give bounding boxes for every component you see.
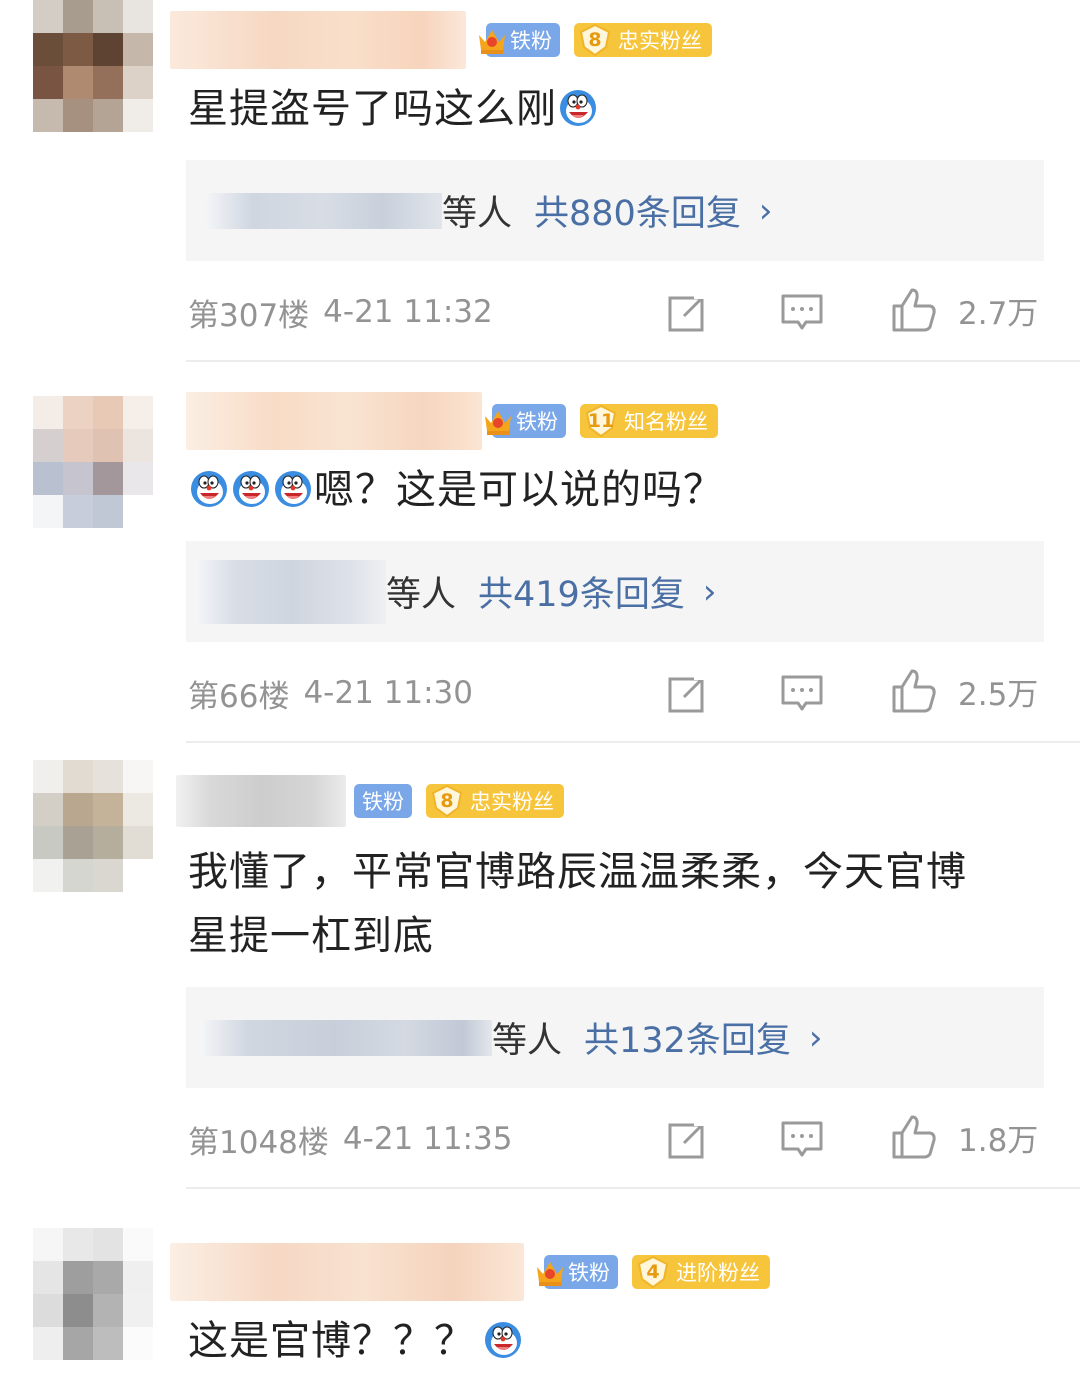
username-blurred[interactable] bbox=[176, 775, 346, 827]
username-blurred[interactable] bbox=[186, 392, 482, 450]
crown-icon bbox=[482, 406, 514, 436]
iron-fan-badge[interactable]: 铁粉 bbox=[492, 404, 566, 438]
repost-icon[interactable] bbox=[666, 1117, 710, 1161]
chevron-right-icon[interactable]: › bbox=[703, 572, 717, 612]
divider bbox=[186, 1187, 1080, 1189]
avatar[interactable] bbox=[33, 1228, 153, 1360]
doraemon-laugh-emoji-icon bbox=[231, 469, 271, 509]
doraemon-laugh-emoji-icon bbox=[483, 1320, 523, 1360]
fan-level-badge[interactable]: 8 忠实粉丝 bbox=[574, 23, 712, 57]
comment-text: 我懂了，平常官博路辰温温柔柔，今天官博 星提一杠到底 bbox=[188, 849, 967, 959]
fan-level-badge[interactable]: 4 进阶粉丝 bbox=[632, 1255, 770, 1289]
comment-text: 星提盗号了吗这么刚 bbox=[188, 78, 1048, 140]
iron-fan-badge[interactable]: 铁粉 bbox=[544, 1255, 618, 1289]
comment-icon[interactable] bbox=[780, 671, 824, 715]
comment-text: 嗯？这是可以说的吗？ bbox=[188, 459, 1048, 521]
username-blurred[interactable] bbox=[170, 1243, 524, 1301]
shield-icon: 4 bbox=[636, 1255, 670, 1289]
replier-names-blurred bbox=[206, 192, 442, 229]
replier-names-blurred bbox=[198, 559, 386, 624]
fan-level-badge[interactable]: 8 忠实粉丝 bbox=[426, 784, 564, 818]
reply-summary[interactable]: 等人 共419条回复 › bbox=[186, 541, 1044, 642]
shield-icon: 8 bbox=[578, 23, 612, 57]
divider bbox=[186, 360, 1080, 362]
like-button[interactable]: 2.7万 bbox=[890, 286, 1038, 334]
username-blurred[interactable] bbox=[170, 11, 466, 69]
doraemon-laugh-emoji-icon bbox=[189, 469, 229, 509]
doraemon-laugh-emoji-icon bbox=[558, 88, 598, 128]
iron-fan-badge[interactable]: 铁粉 bbox=[354, 784, 412, 818]
iron-fan-badge[interactable]: 铁粉 bbox=[486, 23, 560, 57]
chevron-right-icon[interactable]: › bbox=[809, 1018, 823, 1058]
divider bbox=[186, 741, 1080, 743]
chevron-right-icon[interactable]: › bbox=[759, 191, 773, 231]
shield-icon: 8 bbox=[430, 784, 464, 818]
like-button[interactable]: 1.8万 bbox=[890, 1113, 1038, 1161]
thumbs-up-icon bbox=[890, 1113, 938, 1161]
avatar[interactable] bbox=[33, 396, 153, 528]
reply-summary[interactable]: 等人 共880条回复 › bbox=[186, 160, 1044, 261]
like-button[interactable]: 2.5万 bbox=[890, 667, 1038, 715]
avatar[interactable] bbox=[33, 760, 153, 892]
repost-icon[interactable] bbox=[666, 671, 710, 715]
shield-icon: 11 bbox=[584, 404, 618, 438]
thumbs-up-icon bbox=[890, 667, 938, 715]
fan-level-badge[interactable]: 11 知名粉丝 bbox=[580, 404, 718, 438]
comment-text: 这是官博？？？ bbox=[188, 1310, 1048, 1372]
replier-names-blurred bbox=[204, 1019, 492, 1056]
crown-icon bbox=[476, 25, 508, 55]
thumbs-up-icon bbox=[890, 286, 938, 334]
doraemon-laugh-emoji-icon bbox=[273, 469, 313, 509]
comment-icon[interactable] bbox=[780, 290, 824, 334]
reply-summary[interactable]: 等人 共132条回复 › bbox=[186, 987, 1044, 1088]
repost-icon[interactable] bbox=[666, 290, 710, 334]
crown-icon bbox=[534, 1257, 566, 1287]
avatar[interactable] bbox=[33, 0, 153, 132]
comment-icon[interactable] bbox=[780, 1117, 824, 1161]
